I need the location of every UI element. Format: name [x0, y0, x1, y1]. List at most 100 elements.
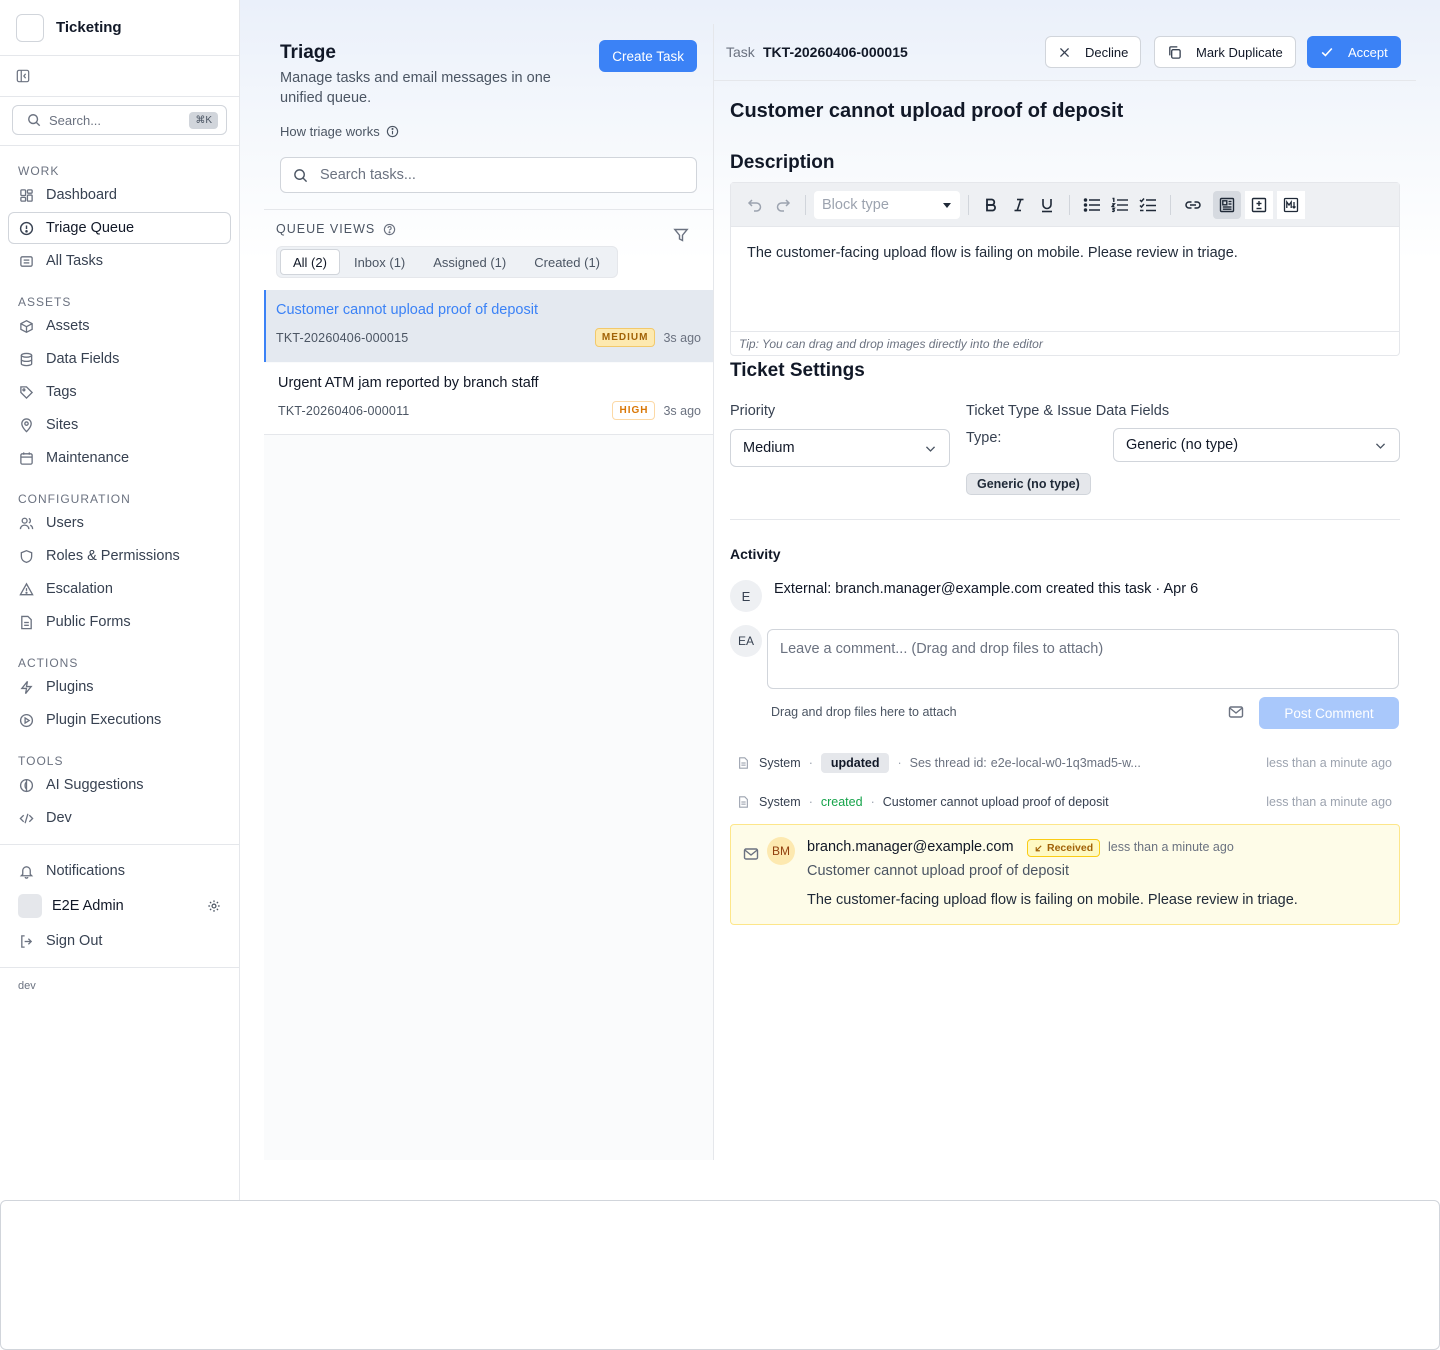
- sidebar-item-all-tasks[interactable]: All Tasks: [8, 245, 231, 277]
- sidebar-item-label: Public Forms: [46, 614, 131, 630]
- ticket-type-select[interactable]: Generic (no type): [1113, 428, 1400, 462]
- main-area: Triage Manage tasks and email messages i…: [240, 0, 1440, 1200]
- search-icon: [27, 113, 41, 127]
- table-icon[interactable]: [1245, 190, 1273, 219]
- user-avatar: [18, 894, 42, 918]
- divider: [264, 209, 713, 210]
- task-list-item[interactable]: Customer cannot upload proof of deposit …: [264, 290, 713, 362]
- section-label-work: WORK: [18, 164, 60, 178]
- sidebar-item-label: Plugin Executions: [46, 712, 162, 728]
- markdown-icon[interactable]: [1277, 190, 1305, 219]
- user-row[interactable]: E2E Admin: [8, 888, 231, 924]
- create-task-button[interactable]: Create Task: [599, 40, 697, 72]
- sidebar-item-data-fields[interactable]: Data Fields: [8, 343, 231, 375]
- tab-assigned[interactable]: Assigned (1): [419, 249, 520, 275]
- mark-duplicate-button[interactable]: Mark Duplicate: [1154, 36, 1296, 68]
- accept-label: Accept: [1348, 44, 1388, 60]
- play-circle-icon: [19, 713, 34, 728]
- separator-dot: ·: [870, 795, 875, 809]
- sidebar-item-roles-permissions[interactable]: Roles & Permissions: [8, 540, 231, 572]
- shield-icon: [19, 549, 34, 564]
- priority-label: Priority: [730, 403, 776, 419]
- sidebar-divider: [0, 967, 239, 968]
- filter-icon[interactable]: [673, 227, 689, 243]
- undo-icon[interactable]: [741, 191, 769, 219]
- block-type-select[interactable]: Block type: [814, 190, 960, 219]
- email-time: less than a minute ago: [1108, 840, 1234, 854]
- image-icon[interactable]: [1213, 190, 1241, 219]
- sidebar-toggle-icon[interactable]: [16, 69, 30, 83]
- task-search-input[interactable]: Search tasks...: [280, 157, 697, 193]
- sidebar-item-label: Tags: [46, 384, 77, 400]
- sidebar-item-tags[interactable]: Tags: [8, 376, 231, 408]
- log-detail-label: Ses thread id:: [909, 756, 987, 770]
- email-message-card[interactable]: BM branch.manager@example.com Received l…: [730, 824, 1400, 925]
- sidebar-item-label: Assets: [46, 318, 90, 334]
- toolbar-separator: [1170, 194, 1171, 215]
- priority-badge: HIGH: [612, 401, 656, 420]
- sidebar-search-placeholder: Search...: [49, 112, 102, 128]
- ticket-type-chip: Generic (no type): [966, 473, 1091, 495]
- mail-icon[interactable]: [1228, 704, 1244, 720]
- decline-button[interactable]: Decline: [1045, 36, 1142, 68]
- ticket-type-value: Generic (no type): [1126, 437, 1239, 453]
- help-circle-icon[interactable]: [383, 223, 396, 236]
- sidebar-item-plugins[interactable]: Plugins: [8, 671, 231, 703]
- task-detail-panel: Task TKT-20260406-000015 Decline Mark Du…: [714, 24, 1416, 1160]
- accept-button[interactable]: Accept: [1307, 36, 1401, 68]
- sidebar-item-users[interactable]: Users: [8, 507, 231, 539]
- sidebar-item-notifications[interactable]: Notifications: [8, 855, 231, 887]
- mark-duplicate-label: Mark Duplicate: [1196, 44, 1283, 60]
- priority-select[interactable]: Medium: [730, 429, 950, 467]
- underline-icon[interactable]: [1033, 191, 1061, 219]
- italic-icon[interactable]: [1005, 191, 1033, 219]
- separator-dot: ·: [808, 795, 813, 809]
- bullet-list-icon[interactable]: [1078, 191, 1106, 219]
- task-code: TKT-20260406-000015: [763, 44, 908, 60]
- received-badge: Received: [1027, 839, 1101, 857]
- task-list-item[interactable]: Urgent ATM jam reported by branch staff …: [264, 363, 713, 435]
- sidebar-item-plugin-executions[interactable]: Plugin Executions: [8, 704, 231, 736]
- sidebar-item-label: Sites: [46, 417, 79, 433]
- sidebar-item-sign-out[interactable]: Sign Out: [8, 925, 231, 957]
- app-logo: [16, 13, 44, 42]
- description-text[interactable]: The customer-facing upload flow is faili…: [731, 227, 1399, 331]
- sidebar-item-public-forms[interactable]: Public Forms: [8, 606, 231, 638]
- sidebar-item-assets[interactable]: Assets: [8, 310, 231, 342]
- tab-created[interactable]: Created (1): [520, 249, 614, 275]
- activity-heading: Activity: [730, 546, 781, 562]
- how-triage-works-label: How triage works: [280, 124, 380, 139]
- tab-inbox[interactable]: Inbox (1): [340, 249, 419, 275]
- numbered-list-icon[interactable]: [1106, 191, 1134, 219]
- sidebar-item-dashboard[interactable]: Dashboard: [8, 179, 231, 211]
- redo-icon[interactable]: [769, 191, 797, 219]
- sign-out-icon: [19, 934, 34, 949]
- log-time: less than a minute ago: [1266, 795, 1392, 809]
- sidebar-item-label: Notifications: [46, 863, 125, 879]
- mail-icon: [743, 846, 759, 862]
- sidebar-item-escalation[interactable]: Escalation: [8, 573, 231, 605]
- tab-all[interactable]: All (2): [280, 249, 340, 275]
- lightning-icon: [19, 680, 34, 695]
- sidebar-collapse-row: [0, 56, 239, 96]
- gear-icon[interactable]: [207, 899, 221, 913]
- comment-input[interactable]: Leave a comment... (Drag and drop files …: [767, 629, 1399, 689]
- chevron-down-icon: [1374, 439, 1387, 452]
- sidebar-item-triage-queue[interactable]: Triage Queue: [8, 212, 231, 244]
- sidebar-item-sites[interactable]: Sites: [8, 409, 231, 441]
- sidebar-item-label: Sign Out: [46, 933, 103, 949]
- sidebar-search-input[interactable]: Search... ⌘K: [12, 105, 227, 135]
- priority-value: Medium: [743, 440, 795, 456]
- sidebar-item-label: Roles & Permissions: [46, 548, 180, 564]
- sidebar-item-ai-suggestions[interactable]: AI Suggestions: [8, 769, 231, 801]
- how-triage-works-link[interactable]: How triage works: [280, 124, 399, 139]
- sender-avatar: BM: [767, 837, 795, 865]
- checklist-icon[interactable]: [1134, 191, 1162, 219]
- sidebar-item-label: All Tasks: [46, 253, 103, 269]
- sidebar: Ticketing Search... ⌘K WORK Dashboard Tr…: [0, 0, 240, 1200]
- link-icon[interactable]: [1179, 191, 1207, 219]
- bold-icon[interactable]: [977, 191, 1005, 219]
- post-comment-button[interactable]: Post Comment: [1259, 697, 1399, 729]
- sidebar-item-maintenance[interactable]: Maintenance: [8, 442, 231, 474]
- sidebar-item-dev[interactable]: Dev: [8, 802, 231, 834]
